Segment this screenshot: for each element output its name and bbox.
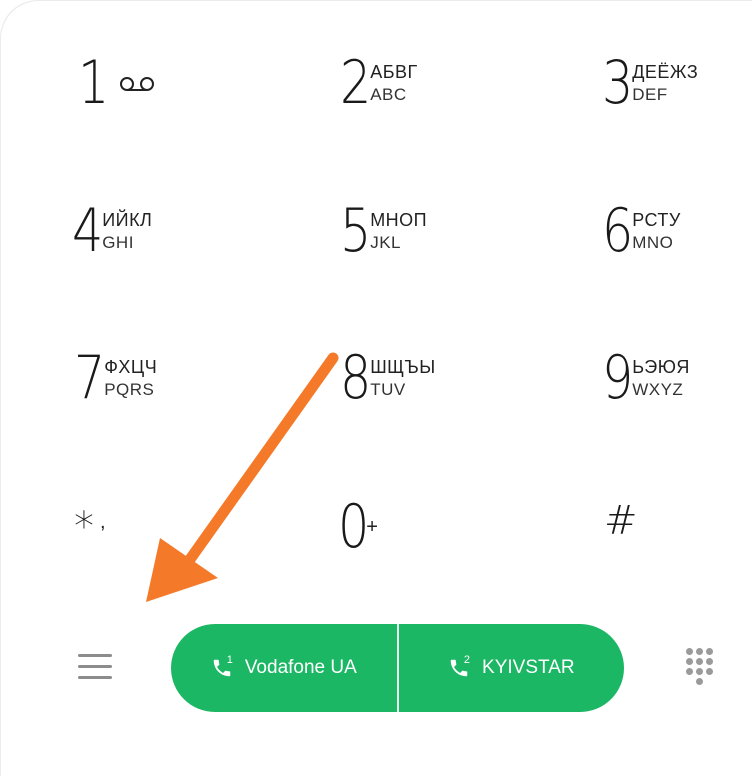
voicemail-icon bbox=[120, 77, 155, 91]
letters-ru: ИЙКЛ bbox=[102, 210, 153, 230]
digit: 8 bbox=[340, 343, 371, 413]
letters-ru: АБВГ bbox=[370, 62, 418, 82]
dialpad-icon[interactable] bbox=[684, 648, 718, 688]
letters-ru: ШЩЪЫ bbox=[370, 357, 436, 377]
letters-ru: ЬЭЮЯ bbox=[632, 357, 690, 377]
key-5[interactable]: 5 МНОП JKL bbox=[340, 196, 427, 266]
key-9[interactable]: 9 ЬЭЮЯ WXYZ bbox=[602, 343, 690, 413]
sim-number: 2 bbox=[463, 654, 471, 666]
phone-icon: 1 bbox=[211, 654, 233, 680]
phone-icon: 2 bbox=[448, 654, 471, 680]
key-1[interactable]: 1 bbox=[78, 48, 158, 118]
letters-en: JKL bbox=[370, 233, 401, 252]
letters-ru: ФХЦЧ bbox=[104, 357, 158, 377]
letters-en: ABC bbox=[370, 85, 407, 104]
key-7[interactable]: 7 ФХЦЧ PQRS bbox=[74, 343, 157, 413]
digit: 7 bbox=[74, 343, 105, 413]
call-sim2-button[interactable]: 2 KYIVSTAR bbox=[399, 624, 625, 712]
key-4[interactable]: 4 ИЙКЛ GHI bbox=[72, 196, 152, 266]
key-sub: + bbox=[366, 515, 378, 538]
digit: 4 bbox=[72, 196, 103, 266]
letters-en: MNO bbox=[632, 233, 674, 252]
call-sim1-button[interactable]: 1 Vodafone UA bbox=[171, 624, 397, 712]
key-8[interactable]: 8 ШЩЪЫ TUV bbox=[340, 343, 436, 413]
menu-icon[interactable] bbox=[78, 654, 112, 684]
call-buttons: 1 Vodafone UA 2 KYIVSTAR bbox=[171, 624, 624, 712]
letters-ru: ДЕЁЖЗ bbox=[632, 62, 699, 82]
digit: 3 bbox=[602, 48, 633, 118]
digit: 1 bbox=[78, 48, 109, 118]
digit: 2 bbox=[340, 48, 371, 118]
call-label: Vodafone UA bbox=[244, 657, 357, 678]
key-sub: , bbox=[100, 510, 106, 533]
digit: # bbox=[604, 498, 638, 544]
key-2[interactable]: 2 АБВГ ABC bbox=[340, 48, 418, 118]
key-star[interactable]: * , bbox=[74, 492, 106, 562]
letters-en: PQRS bbox=[104, 380, 155, 399]
letters-ru: МНОП bbox=[370, 210, 428, 230]
key-6[interactable]: 6 РСТУ MNO bbox=[602, 196, 681, 266]
dialer-panel: 1 2 АБВГ ABC 3 ДЕЁЖЗ DEF 4 ИЙКЛ GHI 5 МН… bbox=[0, 0, 752, 776]
letters-en: WXYZ bbox=[632, 380, 684, 399]
key-0[interactable]: 0 + bbox=[338, 492, 378, 562]
call-label: KYIVSTAR bbox=[482, 657, 575, 678]
letters-en: TUV bbox=[370, 380, 406, 399]
letters-en: GHI bbox=[102, 233, 134, 252]
letters-en: DEF bbox=[632, 85, 668, 104]
letters-ru: РСТУ bbox=[632, 210, 681, 230]
key-3[interactable]: 3 ДЕЁЖЗ DEF bbox=[602, 48, 698, 118]
digit: 9 bbox=[602, 343, 633, 413]
key-hash[interactable]: # bbox=[604, 486, 638, 556]
sim-number: 1 bbox=[226, 654, 233, 666]
digit: 6 bbox=[602, 196, 633, 266]
digit: 5 bbox=[340, 196, 371, 266]
digit: 0 bbox=[338, 492, 369, 562]
digit: * bbox=[74, 504, 94, 550]
